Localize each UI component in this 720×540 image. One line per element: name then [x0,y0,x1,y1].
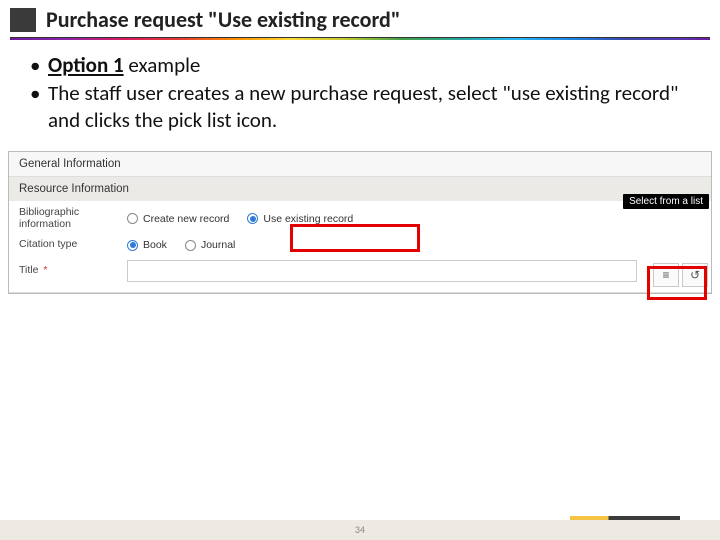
radio-label: Journal [201,239,235,251]
history-icon: ↺ [690,268,700,282]
resource-form: Bibliographic information Create new rec… [9,201,711,292]
label-citation: Citation type [19,239,127,251]
embedded-screenshot: General Information Resource Information… [8,151,712,294]
bullet-strong: Option 1 [48,52,124,78]
label-biblio: Bibliographic information [19,207,127,230]
row-title: Title * [19,258,701,284]
section-header-resource: Resource Information [9,177,711,201]
bullet-rest: example [124,52,201,78]
radio-dot-icon [185,240,196,251]
radio-use-existing[interactable]: Use existing record [247,213,353,225]
page-number: 34 [355,523,365,536]
history-button[interactable]: ↺ [682,263,708,287]
radio-dot-icon [127,240,138,251]
row-biblio: Bibliographic information Create new rec… [19,205,701,232]
slide-footer: 34 [0,520,720,540]
label-title-text: Title [19,264,38,276]
row-citation: Citation type Book Journal [19,232,701,258]
slide-header: Purchase request "Use existing record" [0,0,720,37]
rainbow-divider [10,37,710,40]
radio-dot-icon [247,213,258,224]
radio-create-new[interactable]: Create new record [127,213,229,225]
label-title: Title * [19,265,127,277]
picklist-button[interactable]: ≡ [653,263,679,287]
radio-label: Use existing record [263,213,353,225]
title-input[interactable] [127,260,637,282]
picklist-buttons: ≡ ↺ [653,263,708,287]
required-asterisk: * [43,264,47,276]
bullet-item: The staff user creates a new purchase re… [48,80,692,135]
section-header-general: General Information [9,152,711,176]
radio-book[interactable]: Book [127,239,167,251]
bullet-text: The staff user creates a new purchase re… [48,80,678,134]
bullet-item: Option 1 example [48,52,692,80]
header-accent-square [10,8,36,32]
radio-label: Book [143,239,167,251]
tooltip-select-from-list: Select from a list [623,194,709,209]
list-icon: ≡ [662,268,669,282]
page-title: Purchase request "Use existing record" [46,6,400,33]
bullet-list: Option 1 example The staff user creates … [0,50,720,145]
radio-journal[interactable]: Journal [185,239,235,251]
radio-dot-icon [127,213,138,224]
radio-label: Create new record [143,213,229,225]
